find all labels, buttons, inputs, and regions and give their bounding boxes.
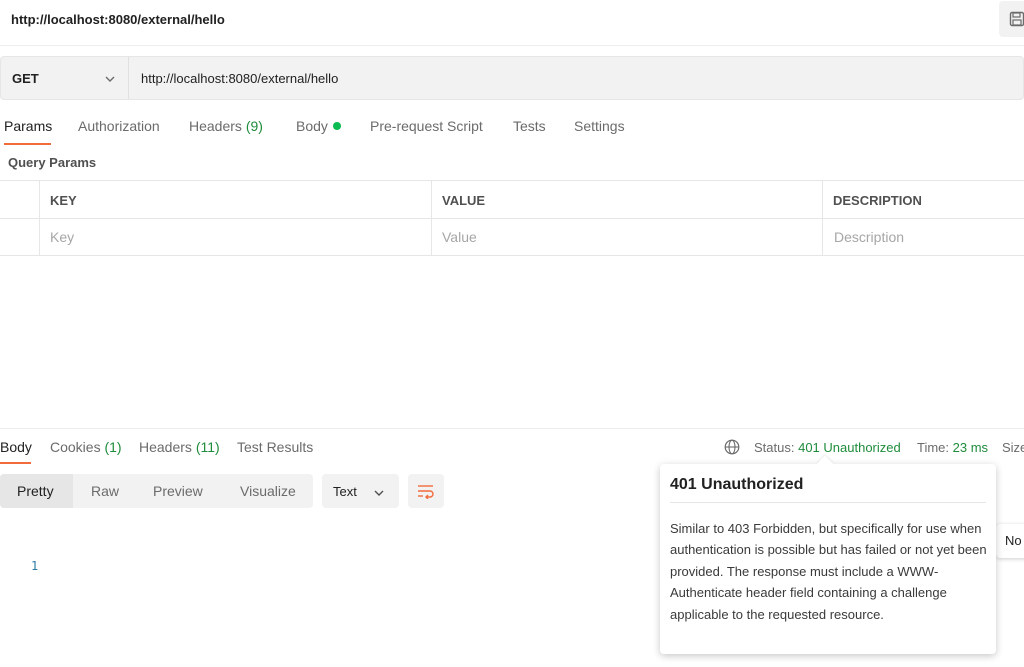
tab-settings[interactable]: Settings xyxy=(574,118,625,134)
description-input[interactable]: Description xyxy=(834,229,904,245)
value-input[interactable]: Value xyxy=(442,229,477,245)
tooltip-body: Similar to 403 Forbidden, but specifical… xyxy=(670,521,987,622)
response-tab-cookies-count: (1) xyxy=(104,439,122,455)
tooltip-title: 401 Unauthorized xyxy=(670,476,804,493)
save-button[interactable] xyxy=(999,1,1024,37)
response-tab-headers-label: Headers xyxy=(139,439,192,455)
format-select-value: Text xyxy=(333,484,357,499)
url-input[interactable]: http://localhost:8080/external/hello xyxy=(141,71,338,86)
time-value: 23 ms xyxy=(952,440,989,455)
response-tab-cookies-label: Cookies xyxy=(50,439,101,455)
tab-headers[interactable]: Headers (9) xyxy=(189,118,263,134)
column-header-description: DESCRIPTION xyxy=(833,193,922,208)
key-input[interactable]: Key xyxy=(50,229,74,245)
column-divider xyxy=(822,181,823,255)
globe-icon[interactable] xyxy=(724,439,740,458)
editor-line-number: 1 xyxy=(31,559,39,573)
request-tabs: Params Authorization Headers (9) Body Pr… xyxy=(0,110,1024,146)
method-select[interactable]: GET xyxy=(1,57,129,99)
tab-prerequest-script[interactable]: Pre-request Script xyxy=(370,118,483,134)
chevron-down-icon xyxy=(104,72,116,88)
format-select[interactable]: Text xyxy=(322,474,399,508)
response-status[interactable]: Status: 401 Unauthorized xyxy=(754,440,901,455)
params-table: KEY VALUE DESCRIPTION Key Value Descript… xyxy=(0,180,1024,256)
response-tab-headers-count: (11) xyxy=(195,439,220,455)
table-divider xyxy=(0,218,1024,219)
active-tab-indicator xyxy=(4,143,51,145)
response-size[interactable]: Size xyxy=(1002,440,1024,455)
view-tab-preview[interactable]: Preview xyxy=(153,483,203,499)
status-label: Status: xyxy=(754,440,795,455)
column-header-value: VALUE xyxy=(442,193,486,208)
body-indicator-dot xyxy=(332,122,341,130)
column-header-key: KEY xyxy=(50,193,77,208)
tab-headers-count: (9) xyxy=(245,118,263,134)
time-label: Time: xyxy=(917,440,950,455)
response-tab-headers[interactable]: Headers (11) xyxy=(139,439,220,455)
response-tab-cookies[interactable]: Cookies (1) xyxy=(50,439,122,455)
request-title-bar: http://localhost:8080/external/hello xyxy=(0,0,1024,46)
response-time[interactable]: Time: 23 ms xyxy=(917,440,988,455)
status-value: 401 Unauthorized xyxy=(798,440,901,455)
chevron-down-icon xyxy=(373,486,385,502)
query-params-title: Query Params xyxy=(8,155,97,170)
tab-body-label: Body xyxy=(296,118,328,134)
tooltip-divider xyxy=(670,502,986,503)
active-response-tab-indicator xyxy=(0,462,31,464)
pane-divider[interactable] xyxy=(0,428,1024,429)
tab-headers-label: Headers xyxy=(189,118,242,134)
request-title[interactable]: http://localhost:8080/external/hello xyxy=(11,12,225,27)
view-tab-visualize[interactable]: Visualize xyxy=(240,483,296,499)
view-tab-pretty[interactable]: Pretty xyxy=(17,483,54,499)
tab-authorization[interactable]: Authorization xyxy=(78,118,160,134)
status-tooltip: 401 Unauthorized Similar to 403 Forbidde… xyxy=(660,455,996,654)
response-tab-body[interactable]: Body xyxy=(0,439,32,455)
wrap-lines-button[interactable] xyxy=(408,474,444,508)
body-view-tabs: Pretty Raw Preview Visualize xyxy=(0,474,313,508)
tab-body[interactable]: Body xyxy=(296,118,341,134)
column-divider xyxy=(431,181,432,255)
response-tab-test-results[interactable]: Test Results xyxy=(237,439,313,455)
side-popup[interactable]: No xyxy=(996,524,1024,558)
tab-tests[interactable]: Tests xyxy=(513,118,546,134)
side-popup-label: No xyxy=(1005,533,1022,548)
view-tab-raw[interactable]: Raw xyxy=(91,483,119,499)
url-bar: GET http://localhost:8080/external/hello xyxy=(0,56,1024,100)
column-divider xyxy=(39,181,40,255)
method-label: GET xyxy=(12,71,39,86)
tab-params[interactable]: Params xyxy=(4,118,52,134)
